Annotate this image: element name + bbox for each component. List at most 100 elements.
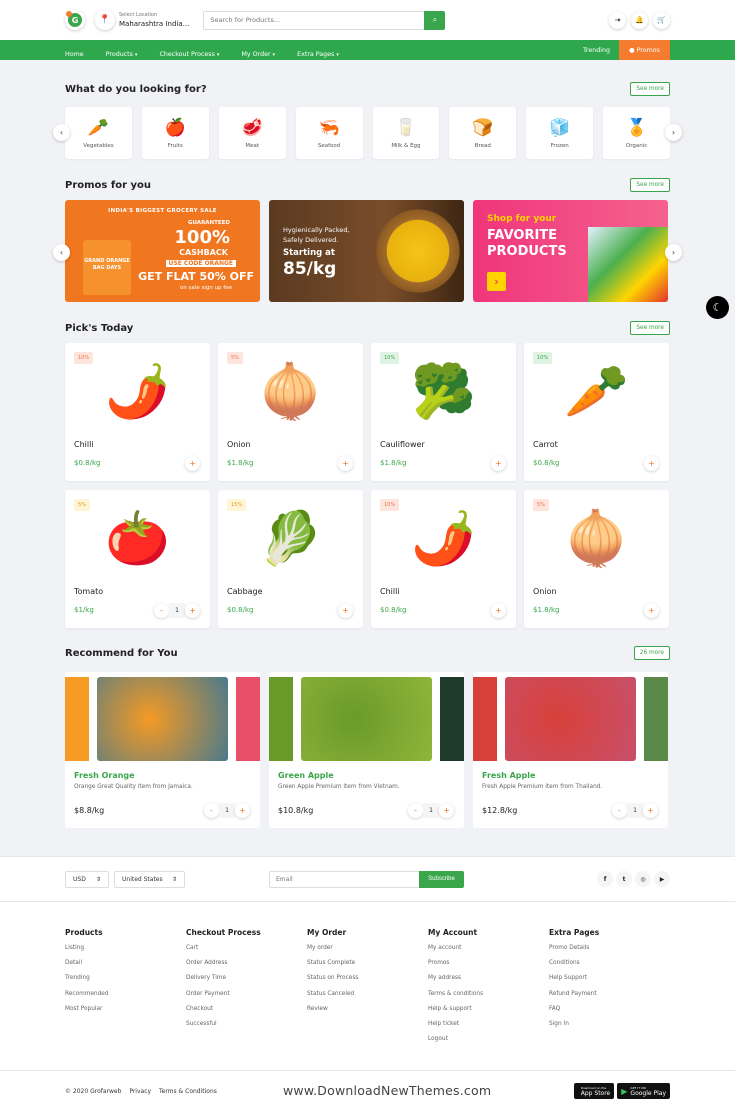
youtube-icon[interactable]: ▶ [654, 871, 670, 887]
nav-promos[interactable]: ● Promos [619, 40, 670, 60]
category-vegetables[interactable]: 🥕 Vegetables [65, 107, 132, 159]
footer-link[interactable]: Sign In [549, 1021, 670, 1027]
footer-link[interactable]: Terms & conditions [428, 991, 549, 997]
promo-banner-mango[interactable]: Hygienically Packed, Safely Delivered. St… [269, 200, 464, 302]
product-image-carousel[interactable] [65, 677, 260, 761]
facebook-icon[interactable]: f [597, 871, 613, 887]
instagram-icon[interactable]: ◎ [635, 871, 651, 887]
category-bread[interactable]: 🍞 Bread [449, 107, 517, 159]
footer-link[interactable]: Help ticket [428, 1021, 549, 1027]
product-name[interactable]: Fresh Orange [74, 771, 135, 780]
product-card[interactable]: 🥦 10% Cauliflower $1.8/kg + [371, 343, 516, 481]
see-more-button[interactable]: See more [630, 321, 670, 335]
footer-link[interactable]: Detail [65, 960, 186, 966]
privacy-link[interactable]: Privacy [129, 1088, 151, 1095]
footer-link[interactable]: Recommended [65, 991, 186, 997]
product-card[interactable]: 🧅 5% Onion $1.8/kg + [218, 343, 363, 481]
category-seafood[interactable]: 🦐 Seafood [295, 107, 363, 159]
recommend-card[interactable]: Fresh Apple Fresh Apple Premium item from… [473, 672, 668, 828]
product-image-carousel[interactable] [269, 677, 464, 761]
product-name[interactable]: Fresh Apple [482, 771, 535, 780]
footer-link[interactable]: Help Support [549, 975, 670, 981]
currency-select[interactable]: USD ⇕ [65, 870, 109, 888]
footer-link[interactable]: Order Payment [186, 991, 307, 997]
category-frozen[interactable]: 🧊 Frozen [526, 107, 594, 159]
add-to-cart-button[interactable]: + [185, 456, 200, 471]
footer-link[interactable]: My order [307, 945, 428, 951]
product-name[interactable]: Green Apple [278, 771, 334, 780]
promo-banner-favorite[interactable]: Shop for your FAVORITE PRODUCTS › [473, 200, 668, 302]
add-to-cart-button[interactable]: + [338, 456, 353, 471]
footer-link[interactable]: Status Canceled [307, 991, 428, 997]
category-milk-egg[interactable]: 🥛 Milk & Egg [372, 107, 440, 159]
product-card[interactable]: 🌶️ 10% Chilli $0.8/kg + [65, 343, 210, 481]
plus-button[interactable]: + [643, 803, 658, 818]
see-more-button[interactable]: See more [630, 178, 670, 192]
plus-button[interactable]: + [235, 803, 250, 818]
recommend-card[interactable]: Fresh Orange Orange Great Quality item fr… [65, 672, 260, 828]
category-meat[interactable]: 🥩 Meat [218, 107, 286, 159]
footer-link[interactable]: Logout [428, 1036, 549, 1042]
category-organic[interactable]: 🏅 Organic [603, 107, 670, 159]
google-play-badge[interactable]: ▶ GET IT ON Google Play [617, 1083, 670, 1099]
footer-link[interactable]: Most Popular [65, 1006, 186, 1012]
sign-in-icon[interactable]: ⇥ [609, 11, 626, 29]
footer-link[interactable]: FAQ [549, 1006, 670, 1012]
footer-link[interactable]: Review [307, 1006, 428, 1012]
footer-link[interactable]: Checkout [186, 1006, 307, 1012]
product-card[interactable]: 🥬 15% Cabbage $0.8/kg + [218, 490, 363, 628]
footer-link[interactable]: Delivery Time [186, 975, 307, 981]
minus-button[interactable]: - [408, 803, 423, 818]
product-image-carousel[interactable] [473, 677, 668, 761]
add-to-cart-button[interactable]: + [491, 456, 506, 471]
add-to-cart-button[interactable]: + [644, 603, 659, 618]
footer-link[interactable]: Status on Process [307, 975, 428, 981]
plus-button[interactable]: + [439, 803, 454, 818]
footer-link[interactable]: Cart [186, 945, 307, 951]
product-card[interactable]: 🌶️ 10% Chilli $0.8/kg + [371, 490, 516, 628]
app-store-badge[interactable]: Download on the App Store [573, 1083, 615, 1099]
footer-link[interactable]: Refund Payment [549, 991, 670, 997]
footer-link[interactable]: My address [428, 975, 549, 981]
recommend-card[interactable]: Green Apple Green Apple Premium item from… [269, 672, 464, 828]
next-arrow-icon[interactable]: › [665, 244, 682, 261]
category-fruits[interactable]: 🍎 Fruits [141, 107, 209, 159]
footer-link[interactable]: Promo Details [549, 945, 670, 951]
product-card[interactable]: 🧅 5% Onion $1.8/kg + [524, 490, 669, 628]
nav-home[interactable]: Home [65, 51, 84, 58]
product-card[interactable]: 🥕 10% Carrot $0.8/kg + [524, 343, 669, 481]
nav-my-order[interactable]: My Order ▾ [241, 51, 275, 58]
search-button[interactable]: ⌕ [424, 10, 446, 30]
footer-link[interactable]: Promos [428, 960, 549, 966]
more-button[interactable]: 26 more [633, 646, 670, 660]
terms-link[interactable]: Terms & Conditions [159, 1088, 217, 1095]
nav-products[interactable]: Products ▾ [106, 51, 138, 58]
product-card[interactable]: 🍅 5% Tomato $1/kg -1 + [65, 490, 210, 628]
nav-extra-pages[interactable]: Extra Pages ▾ [297, 51, 339, 58]
twitter-icon[interactable]: t [616, 871, 632, 887]
promo-banner-cashback[interactable]: INDIA'S BIGGEST GROCERY SALE GUARANTEED … [65, 200, 260, 302]
minus-button[interactable]: - [154, 603, 169, 618]
search-input[interactable] [203, 10, 425, 30]
footer-link[interactable]: Help & support [428, 1006, 549, 1012]
footer-link[interactable]: Successful [186, 1021, 307, 1027]
add-to-cart-button[interactable]: + [338, 603, 353, 618]
footer-link[interactable]: Conditions [549, 960, 670, 966]
footer-link[interactable]: Order Address [186, 960, 307, 966]
add-to-cart-button[interactable]: + [491, 603, 506, 618]
cart-icon[interactable]: 🛒 [653, 11, 670, 29]
minus-button[interactable]: - [204, 803, 219, 818]
see-more-button[interactable]: See more [630, 82, 670, 96]
prev-arrow-icon[interactable]: ‹ [53, 124, 70, 141]
country-select[interactable]: United States ⇕ [114, 870, 185, 888]
minus-button[interactable]: - [612, 803, 627, 818]
bell-icon[interactable]: 🔔 [631, 11, 648, 29]
next-arrow-icon[interactable]: › [665, 124, 682, 141]
footer-link[interactable]: Status Complete [307, 960, 428, 966]
logo[interactable]: G [65, 10, 85, 30]
add-to-cart-button[interactable]: + [644, 456, 659, 471]
footer-link[interactable]: Trending [65, 975, 186, 981]
nav-trending[interactable]: Trending [583, 47, 610, 54]
footer-link[interactable]: My account [428, 945, 549, 951]
chevron-right-icon[interactable]: › [487, 272, 506, 291]
